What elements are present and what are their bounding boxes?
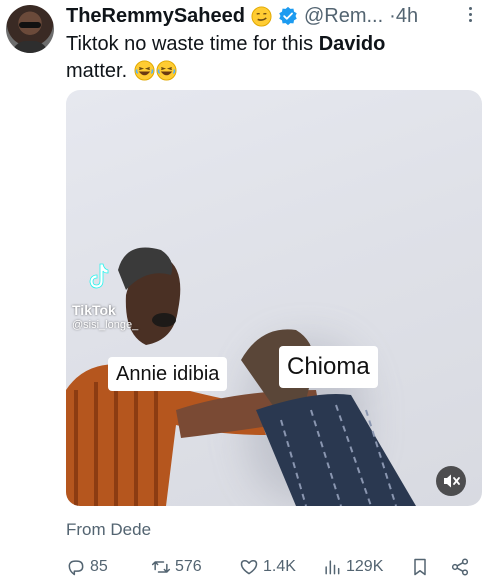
avatar-shirt [12,41,48,53]
retweet-count: 576 [175,558,202,575]
caption-annie: Annie idibia [108,357,228,391]
like-icon [240,560,258,575]
tweet-header: TheRemmySaheed @Rem... ·4h [66,2,480,30]
retweet-button[interactable]: 576 [151,555,202,579]
bookmark-button[interactable] [410,555,434,579]
time-value: 4h [395,4,419,27]
tweet-actions: 85 576 1.4K 129K [66,555,476,579]
mute-icon[interactable] [436,466,466,496]
verified-badge-icon [278,6,298,26]
tweet-text: Tiktok no waste time for this Davido mat… [66,31,476,85]
video-scene [66,247,416,506]
author-avatar[interactable] [6,5,54,53]
views-icon [325,560,340,575]
laughing-emoji-icon [134,60,155,81]
tweet-text-part1: Tiktok no waste time for this [66,33,319,55]
tiktok-logo-icon [86,262,110,290]
more-options-icon[interactable] [462,4,480,26]
share-button[interactable] [450,555,474,579]
laughing-emoji-icon [156,60,177,81]
time-separator: · [389,4,396,27]
smirk-emoji-icon [251,5,272,27]
retweet-icon [151,561,171,573]
tiktok-username: @sisi_longe_ [72,319,139,331]
bookmark-icon [414,558,426,576]
views-button[interactable]: 129K [322,555,383,579]
caption-chioma: Chioma [279,346,378,388]
tweet-text-part2: matter. [66,60,128,82]
reply-button[interactable]: 85 [66,555,108,579]
avatar-glasses [19,22,41,28]
reply-icon [68,560,84,576]
like-count: 1.4K [263,558,296,575]
author-handle[interactable]: @Rem... [304,5,383,28]
tweet-text-bold: Davido [318,33,386,55]
author-display-name[interactable]: TheRemmySaheed [66,5,245,28]
share-icon [451,558,469,576]
tiktok-platform-label: TikTok [72,302,116,318]
video-source[interactable]: From Dede [66,520,151,540]
views-count: 129K [346,558,384,575]
reply-count: 85 [90,558,108,575]
tweet-video[interactable]: TikTok @sisi_longe_ Annie idibia Chioma [66,90,482,506]
like-button[interactable]: 1.4K [239,555,296,579]
tweet-time[interactable]: ·4h [389,5,418,28]
